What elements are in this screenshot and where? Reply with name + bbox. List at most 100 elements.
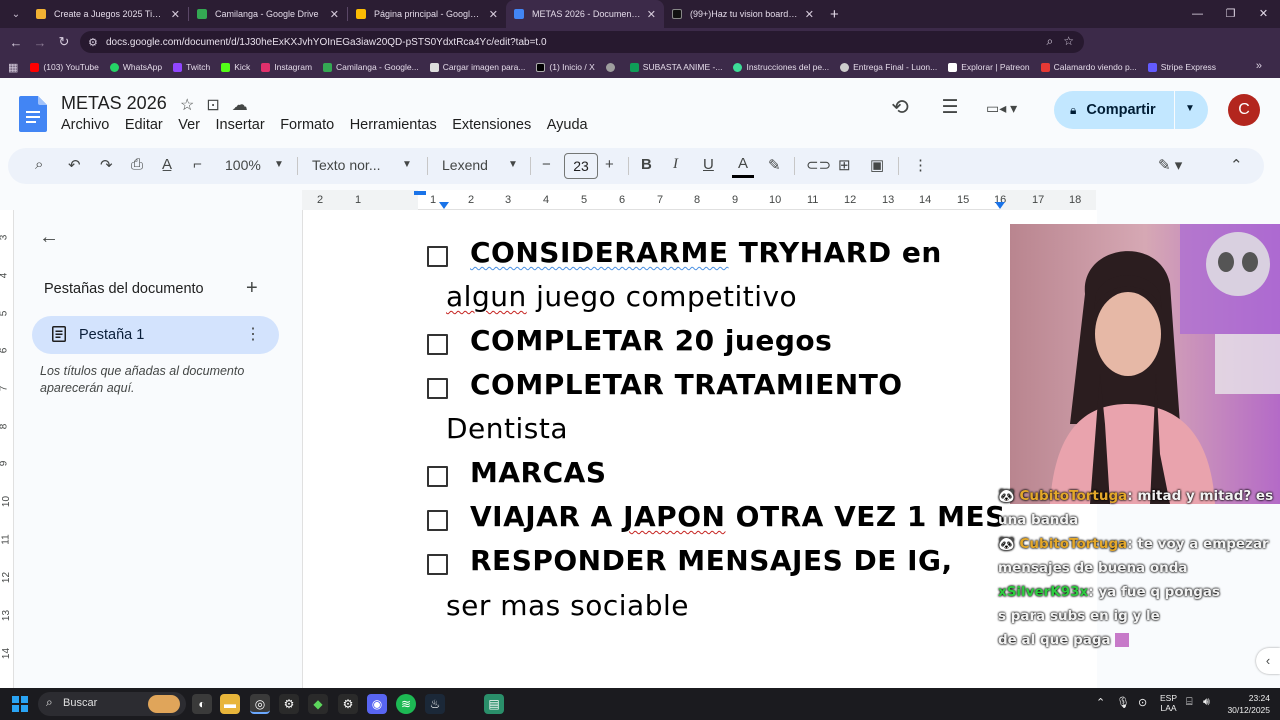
version-history-icon[interactable]: ⟲ (884, 92, 916, 124)
tab-close-icon[interactable]: ✕ (805, 8, 814, 21)
font-dropdown-icon[interactable]: ▼ (508, 159, 518, 170)
increase-font-size-icon[interactable]: + (605, 156, 614, 173)
back-icon[interactable]: ← (4, 35, 28, 50)
vertical-ruler[interactable]: 3 4 5 6 7 8 9 10 11 12 13 14 (0, 210, 14, 688)
bookmark[interactable]: Calamardo viendo p... (1040, 62, 1137, 72)
menu-archivo[interactable]: Archivo (61, 117, 109, 133)
reload-icon[interactable]: ↻ (52, 34, 76, 50)
taskbar-app-icon[interactable]: ◆ (308, 694, 328, 714)
bookmark-star-icon[interactable]: ☆ (1063, 34, 1074, 49)
checklist-checkbox[interactable] (427, 510, 448, 531)
more-bookmarks-icon[interactable]: » (1256, 60, 1262, 72)
insert-image-icon[interactable]: ▣ (870, 156, 884, 174)
font-size-input[interactable]: 23 (564, 153, 598, 179)
menu-ayuda[interactable]: Ayuda (547, 117, 588, 133)
forward-icon[interactable]: → (28, 35, 52, 50)
account-avatar[interactable]: C (1228, 94, 1260, 126)
move-folder-icon[interactable]: ⊡ (206, 95, 219, 115)
document-title[interactable]: METAS 2026 (61, 93, 167, 114)
bookmark[interactable]: Stripe Express (1147, 62, 1216, 72)
url-text[interactable]: docs.google.com/document/d/1J30heExKXJvh… (106, 37, 547, 48)
first-line-indent-marker[interactable] (414, 191, 426, 195)
network-icon[interactable]: ⌸ (1186, 696, 1193, 709)
steam-client-icon[interactable]: ♨ (425, 694, 445, 714)
tab-close-icon[interactable]: ✕ (171, 8, 180, 21)
new-tab-icon[interactable]: + (830, 6, 839, 23)
steam-icon[interactable]: ⚙ (338, 694, 358, 714)
more-options-icon[interactable]: ⋮ (913, 156, 928, 174)
decrease-font-size-icon[interactable]: − (542, 156, 551, 173)
microphone-icon[interactable]: 🎙︎ (1116, 696, 1130, 709)
zoom-icon[interactable]: ⌕ (1047, 34, 1054, 49)
bookmark[interactable]: (103) YouTube (30, 62, 99, 72)
collapse-menus-icon[interactable]: ⌃ (1230, 156, 1243, 174)
checklist-checkbox[interactable] (427, 554, 448, 575)
browser-tab-active[interactable]: METAS 2026 - Documentos de ✕ (506, 0, 664, 28)
spellcheck-icon[interactable]: A̲ (162, 156, 172, 173)
checklist-item-text[interactable]: COMPLETAR TRATAMIENTO (470, 368, 903, 401)
back-arrow-icon[interactable]: ← (39, 226, 59, 249)
horizontal-ruler[interactable]: 2 1 1 2 3 4 5 6 7 8 9 10 11 12 13 14 15 … (302, 190, 1096, 210)
checklist-item-text[interactable]: MARCAS (470, 456, 606, 489)
discord-icon[interactable]: ◉ (367, 694, 387, 714)
tray-overflow-icon[interactable]: ⌃ (1096, 696, 1105, 709)
notes-app-icon[interactable]: ▤ (484, 694, 504, 714)
text-color-icon[interactable]: A (732, 155, 754, 178)
font-select[interactable]: Lexend (442, 157, 488, 173)
keyboard-language[interactable]: ESP LAA (1160, 693, 1177, 713)
location-icon[interactable]: ⊙ (1138, 696, 1147, 709)
taskbar-app-icon[interactable]: ◐ (192, 694, 212, 714)
checklist-item-text[interactable]: VIAJAR A JAPON OTRA VEZ 1 MES (470, 500, 1006, 533)
bookmark[interactable]: Explorar | Patreon (948, 62, 1030, 72)
menu-ver[interactable]: Ver (178, 117, 200, 133)
browser-tab[interactable]: Camilanga - Google Drive ✕ (189, 0, 347, 28)
cloud-status-icon[interactable]: ☁ (232, 95, 248, 115)
checklist-item-text[interactable]: ser mas sociable (446, 589, 689, 622)
menu-insertar[interactable]: Insertar (216, 117, 265, 133)
bookmark[interactable]: Instrucciones del pe... (733, 62, 829, 72)
settings-icon[interactable]: ⚙ (279, 694, 299, 714)
bookmark[interactable]: Camilanga - Google... (323, 62, 419, 72)
share-button[interactable]: 🔒︎ Compartir ▼ (1054, 91, 1208, 129)
underline-icon[interactable]: U (703, 156, 714, 173)
checklist-checkbox[interactable] (427, 466, 448, 487)
menu-herramientas[interactable]: Herramientas (350, 117, 437, 133)
right-indent-marker[interactable] (995, 202, 1005, 209)
add-tab-icon[interactable]: + (246, 277, 258, 300)
minimize-icon[interactable]: — (1181, 0, 1214, 28)
volume-icon[interactable]: 🔊︎ (1203, 696, 1210, 709)
editing-mode-icon[interactable]: ✎ ▾ (1158, 156, 1182, 174)
site-info-icon[interactable]: ⚙ (88, 36, 104, 49)
italic-icon[interactable]: I (673, 156, 678, 173)
file-explorer-icon[interactable]: ▬ (220, 694, 240, 714)
docs-logo-icon[interactable] (19, 96, 47, 132)
undo-icon[interactable]: ↶ (68, 156, 81, 174)
menu-extensiones[interactable]: Extensiones (452, 117, 531, 133)
sidebar-item-tab-1[interactable]: Pestaña 1 ⋮ (32, 316, 279, 354)
browser-tab[interactable]: Página principal - Google Drive ✕ (348, 0, 506, 28)
style-select[interactable]: Texto nor... (312, 157, 380, 173)
checklist-checkbox[interactable] (427, 334, 448, 355)
browser-tab[interactable]: (99+)Haz tu vision board 2026 | ✕ (664, 0, 822, 28)
checklist-item-text[interactable]: COMPLETAR 20 juegos (470, 324, 832, 357)
address-bar[interactable]: ⚙ docs.google.com/document/d/1J30heExKXJ… (80, 31, 1084, 53)
checklist-item-text[interactable]: algun juego competitivo (446, 280, 797, 313)
left-indent-marker[interactable] (439, 202, 449, 209)
bookmark[interactable]: Cargar imagen para... (429, 62, 525, 72)
zoom-dropdown-icon[interactable]: ▼ (274, 159, 284, 170)
share-dropdown-icon[interactable]: ▼ (1185, 103, 1195, 114)
paint-format-icon[interactable]: ⌐ (193, 156, 202, 173)
checklist-checkbox[interactable] (427, 246, 448, 267)
tab-options-icon[interactable]: ⋮ (245, 324, 261, 344)
bookmark[interactable]: Kick (221, 62, 250, 72)
zoom-select[interactable]: 100% (225, 157, 261, 173)
meet-video-icon[interactable]: ▭◂ ▾ (986, 92, 1034, 124)
comments-icon[interactable]: ☰ (934, 92, 966, 124)
side-panel-toggle-icon[interactable]: ‹ (1256, 648, 1280, 674)
bookmark[interactable]: WhatsApp (109, 62, 162, 72)
chrome-icon[interactable]: ◎ (250, 694, 270, 714)
tab-search-chevron-icon[interactable]: ⌄ (4, 4, 28, 24)
bookmark[interactable]: Entrega Final - Luon... (840, 62, 937, 72)
checklist-item-text[interactable]: Dentista (446, 412, 568, 445)
document-page[interactable]: CONSIDERARME TRYHARD en algun juego comp… (302, 210, 1097, 688)
